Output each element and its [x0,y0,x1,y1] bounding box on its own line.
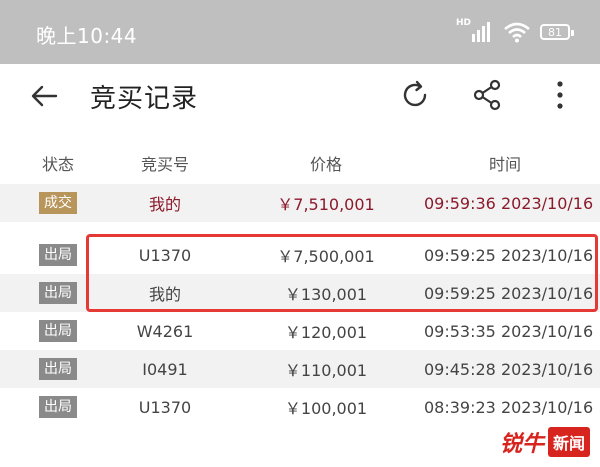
bid-number: I0491 [142,359,188,379]
status-badge: 出局 [39,282,77,304]
back-arrow-icon[interactable] [28,80,60,112]
bid-number: W4261 [136,321,194,341]
table-row: 出局 U1370 ￥100,001 08:39:23 2023/10/16 [0,388,600,426]
header-status: 状态 [41,155,74,174]
header-bid-no: 竞买号 [140,155,189,174]
bid-price: ￥120,001 [284,323,368,342]
table-row: 出局 I0491 ￥110,001 09:45:28 2023/10/16 [0,350,600,388]
header-time: 时间 [488,155,521,174]
share-icon[interactable] [470,78,504,112]
bid-price: ￥100,001 [284,399,368,418]
status-bar: 晚上10:44 HD 81 [0,0,600,64]
table-row: 成交 我的 ￥7,510,001 09:59:36 2023/10/16 [0,184,600,222]
signal-icon: HD [456,18,494,44]
news-watermark: 锐牛 新闻 [500,425,590,459]
bid-number: 我的 [148,195,181,214]
battery-level: 81 [548,25,562,39]
bid-time: 09:59:36 2023/10/16 [424,193,594,213]
status-badge: 出局 [39,244,77,266]
bid-time: 09:53:35 2023/10/16 [424,321,594,341]
battery-icon: 81 [540,24,574,40]
more-vertical-icon[interactable] [548,78,572,112]
bid-number: U1370 [138,397,192,417]
bid-time: 09:45:28 2023/10/16 [424,359,594,379]
table-row: 出局 W4261 ￥120,001 09:53:35 2023/10/16 [0,312,600,350]
watermark-text: 新闻 [547,427,590,457]
bid-price: ￥7,510,001 [277,195,375,214]
refresh-icon[interactable] [398,78,432,112]
status-badge: 出局 [39,396,77,418]
highlight-box [86,234,598,312]
watermark-logo: 锐牛 [499,431,544,457]
app-bar: 竞买记录 [0,64,600,128]
hd-label: HD [456,18,472,28]
bid-time: 08:39:23 2023/10/16 [424,397,594,417]
table-header: 状态 竞买号 价格 时间 [0,142,600,184]
wifi-icon [504,22,530,43]
status-badge: 成交 [39,192,77,214]
status-badge: 出局 [39,358,77,380]
header-price: 价格 [309,155,342,174]
page-title: 竞买记录 [90,84,199,114]
status-time: 晚上10:44 [36,24,138,48]
status-badge: 出局 [39,320,77,342]
bid-price: ￥110,001 [284,361,368,380]
status-icons: HD 81 [456,18,574,44]
